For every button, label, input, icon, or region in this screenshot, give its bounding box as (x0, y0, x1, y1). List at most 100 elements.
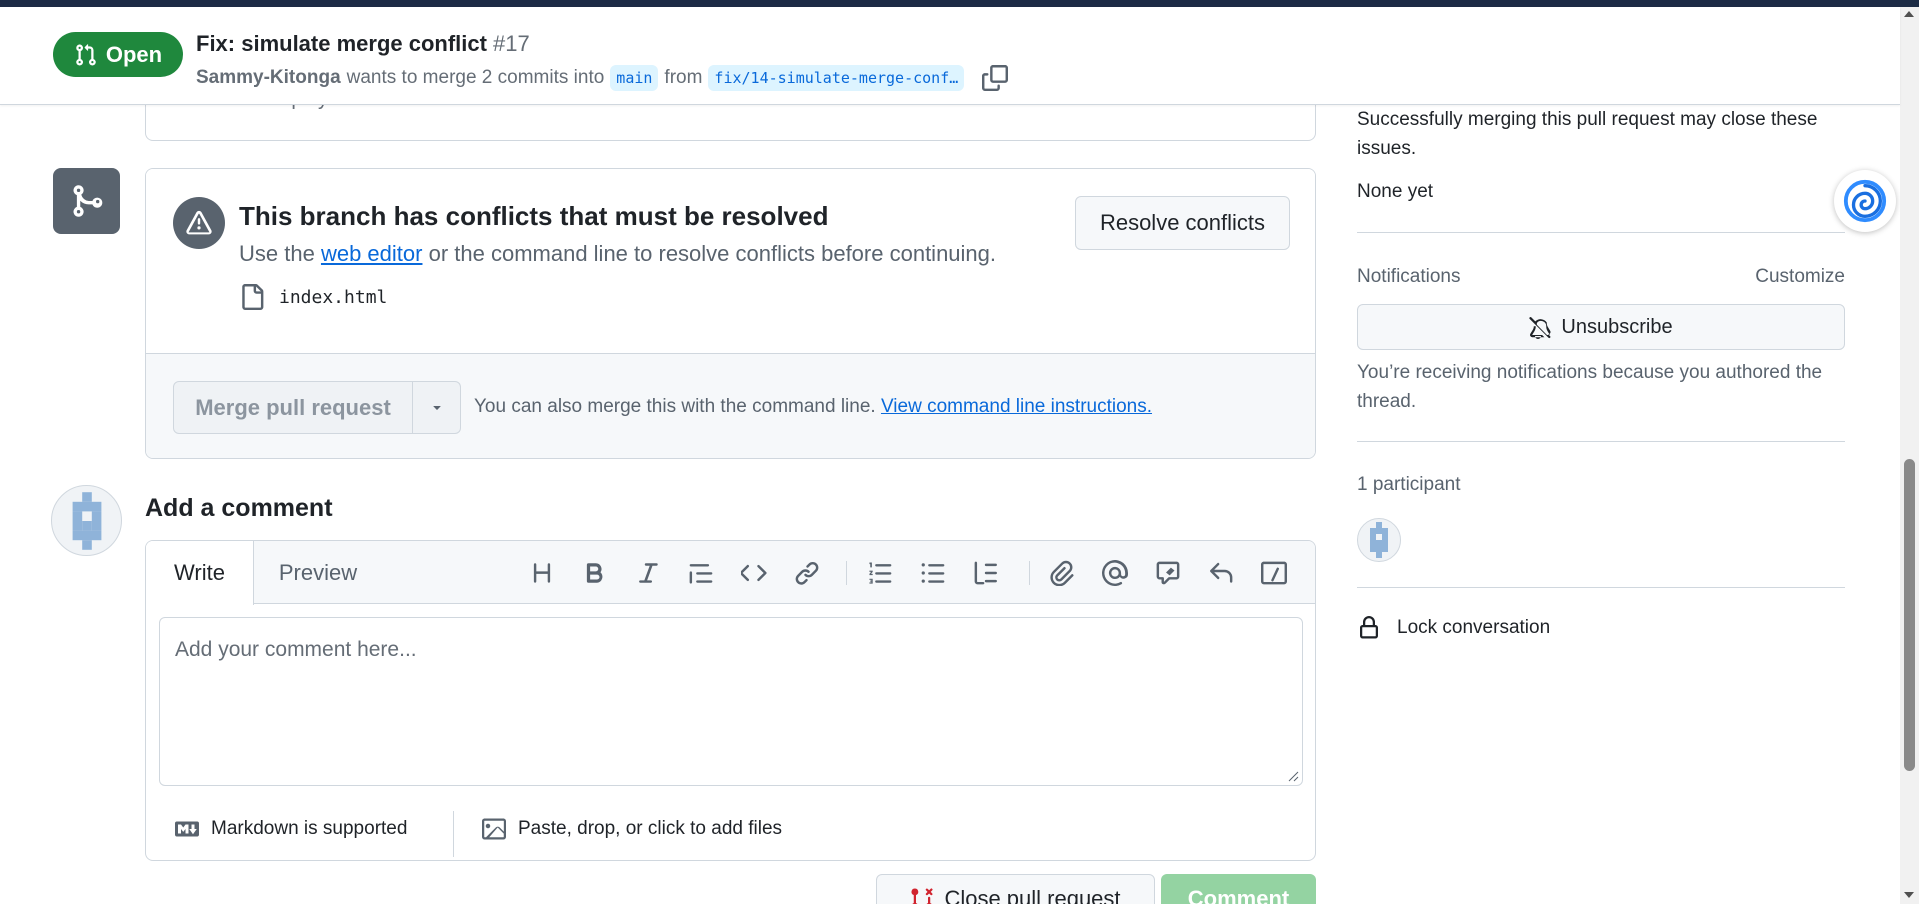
alert-icon (186, 210, 212, 235)
floating-assistant-button[interactable] (1834, 170, 1896, 232)
footer-divider (453, 811, 454, 857)
lock-conversation-button[interactable]: Lock conversation (1357, 615, 1550, 641)
toolbar-divider (846, 561, 847, 585)
image-icon (482, 818, 506, 840)
command-line-instructions-link[interactable]: View command line instructions. (881, 396, 1152, 417)
copy-icon (982, 65, 1009, 91)
heading-icon (533, 563, 551, 583)
close-pr-label: Close pull request (944, 886, 1121, 904)
bold-icon (586, 563, 603, 583)
unordered-list-button[interactable] (915, 555, 951, 591)
merge-note: You can also merge this with the command… (474, 396, 1152, 418)
identicon-avatar (72, 491, 101, 550)
link-icon (795, 561, 819, 585)
attach-button[interactable] (1044, 555, 1080, 591)
markdown-icon (175, 821, 199, 837)
pr-from-text: from (664, 67, 703, 88)
tab-preview[interactable]: Preview (254, 541, 382, 604)
add-comment-title: Add a comment (145, 494, 333, 522)
merge-action-section: Merge pull request You can also merge th… (146, 354, 1315, 458)
reference-button[interactable] (1150, 555, 1186, 591)
pr-title: Fix: simulate merge conflict #17 (196, 31, 530, 57)
git-merge-icon (72, 185, 102, 217)
avatar[interactable] (51, 485, 122, 556)
identicon-avatar (1370, 522, 1388, 558)
page-scrollbar[interactable] (1900, 7, 1919, 904)
conflicting-file: index.html (239, 283, 387, 311)
heading-button[interactable] (524, 555, 560, 591)
slash-command-icon (1261, 561, 1287, 585)
web-editor-link[interactable]: web editor (321, 241, 423, 266)
merge-note-text: You can also merge this with the command… (474, 396, 876, 417)
comment-submit-button[interactable]: Comment (1161, 874, 1316, 904)
code-icon (741, 564, 767, 582)
head-branch[interactable]: fix/14-simulate-merge-conf… (708, 65, 965, 91)
comment-input[interactable]: Add your comment here... (159, 617, 1303, 786)
participant-avatar[interactable] (1357, 518, 1401, 562)
quote-icon (689, 564, 713, 584)
participants-heading: 1 participant (1357, 474, 1461, 495)
spiral-assistant-icon (1843, 179, 1887, 223)
pr-meta-text: wants to merge 2 commits into (346, 67, 605, 88)
pr-title-text: Fix: simulate merge conflict (196, 31, 487, 56)
merge-button-group: Merge pull request (173, 381, 461, 434)
sidebar-divider (1357, 232, 1845, 233)
pr-meta: Sammy-Kitonga wants to merge 2 commits i… (196, 63, 1010, 93)
merge-options-dropdown[interactable] (413, 381, 461, 434)
resolve-conflicts-button[interactable]: Resolve conflicts (1075, 196, 1290, 250)
pr-author-link[interactable]: Sammy-Kitonga (196, 67, 341, 89)
conflict-desc-prefix: Use the (239, 241, 315, 266)
merge-pull-request-button[interactable]: Merge pull request (173, 381, 413, 434)
notifications-reason: You’re receiving notifications because y… (1357, 362, 1823, 412)
scroll-up-arrow[interactable] (1904, 11, 1914, 17)
numbered-list-button[interactable] (862, 555, 898, 591)
close-pull-request-button[interactable]: Close pull request (876, 874, 1155, 904)
task-list-button[interactable] (968, 555, 1004, 591)
merge-box: This branch has conflicts that must be r… (145, 168, 1316, 459)
copy-branch-button[interactable] (980, 63, 1010, 93)
scroll-down-arrow[interactable] (1904, 892, 1914, 898)
saved-reply-icon (1210, 562, 1233, 583)
comment-editor: Write Preview Add your comment here... M… (145, 540, 1316, 861)
mention-button[interactable] (1097, 555, 1133, 591)
conflict-desc-suffix: or the command line to resolve conflicts… (428, 241, 997, 266)
toolbar-divider (1029, 561, 1030, 585)
tab-write[interactable]: Write (146, 541, 254, 605)
markdown-support-link[interactable]: Markdown is supported (173, 817, 407, 841)
pr-number: #17 (492, 31, 530, 56)
task-list-icon (974, 561, 997, 585)
italic-button[interactable] (630, 555, 666, 591)
reference-icon (1156, 561, 1180, 585)
pr-state-badge: Open (53, 32, 183, 77)
base-branch[interactable]: main (610, 65, 659, 91)
notifications-customize-link[interactable]: Customize (1755, 266, 1845, 288)
slash-command-button[interactable] (1256, 555, 1292, 591)
git-pull-request-icon (76, 43, 96, 66)
git-pull-request-closed-icon (911, 888, 933, 904)
bold-button[interactable] (577, 555, 613, 591)
mention-icon (1102, 560, 1128, 586)
numbered-list-icon (869, 562, 892, 584)
notifications-heading: Notifications (1357, 266, 1461, 287)
unsubscribe-button[interactable]: Unsubscribe (1357, 304, 1845, 350)
markdown-note: Markdown is supported (211, 818, 408, 839)
triangle-down-icon (432, 405, 441, 410)
editor-footer: Markdown is supported Paste, drop, or cl… (146, 799, 1315, 860)
code-button[interactable] (736, 555, 772, 591)
lock-icon (1360, 616, 1378, 639)
top-accent-bar (0, 0, 1919, 7)
attach-note: Paste, drop, or click to add files (518, 818, 783, 839)
scroll-thumb[interactable] (1904, 459, 1915, 771)
development-none: None yet (1357, 181, 1434, 202)
italic-icon (639, 563, 658, 583)
quote-button[interactable] (683, 555, 719, 591)
resize-grip-icon[interactable] (1287, 770, 1299, 782)
unordered-list-icon (921, 563, 945, 583)
pr-state-label: Open (105, 41, 163, 67)
saved-reply-button[interactable] (1203, 555, 1239, 591)
attach-files-button[interactable]: Paste, drop, or click to add files (480, 817, 782, 841)
link-button[interactable] (789, 555, 825, 591)
sidebar-divider (1357, 441, 1845, 442)
comment-placeholder: Add your comment here... (175, 638, 417, 661)
attach-icon (1050, 560, 1074, 586)
